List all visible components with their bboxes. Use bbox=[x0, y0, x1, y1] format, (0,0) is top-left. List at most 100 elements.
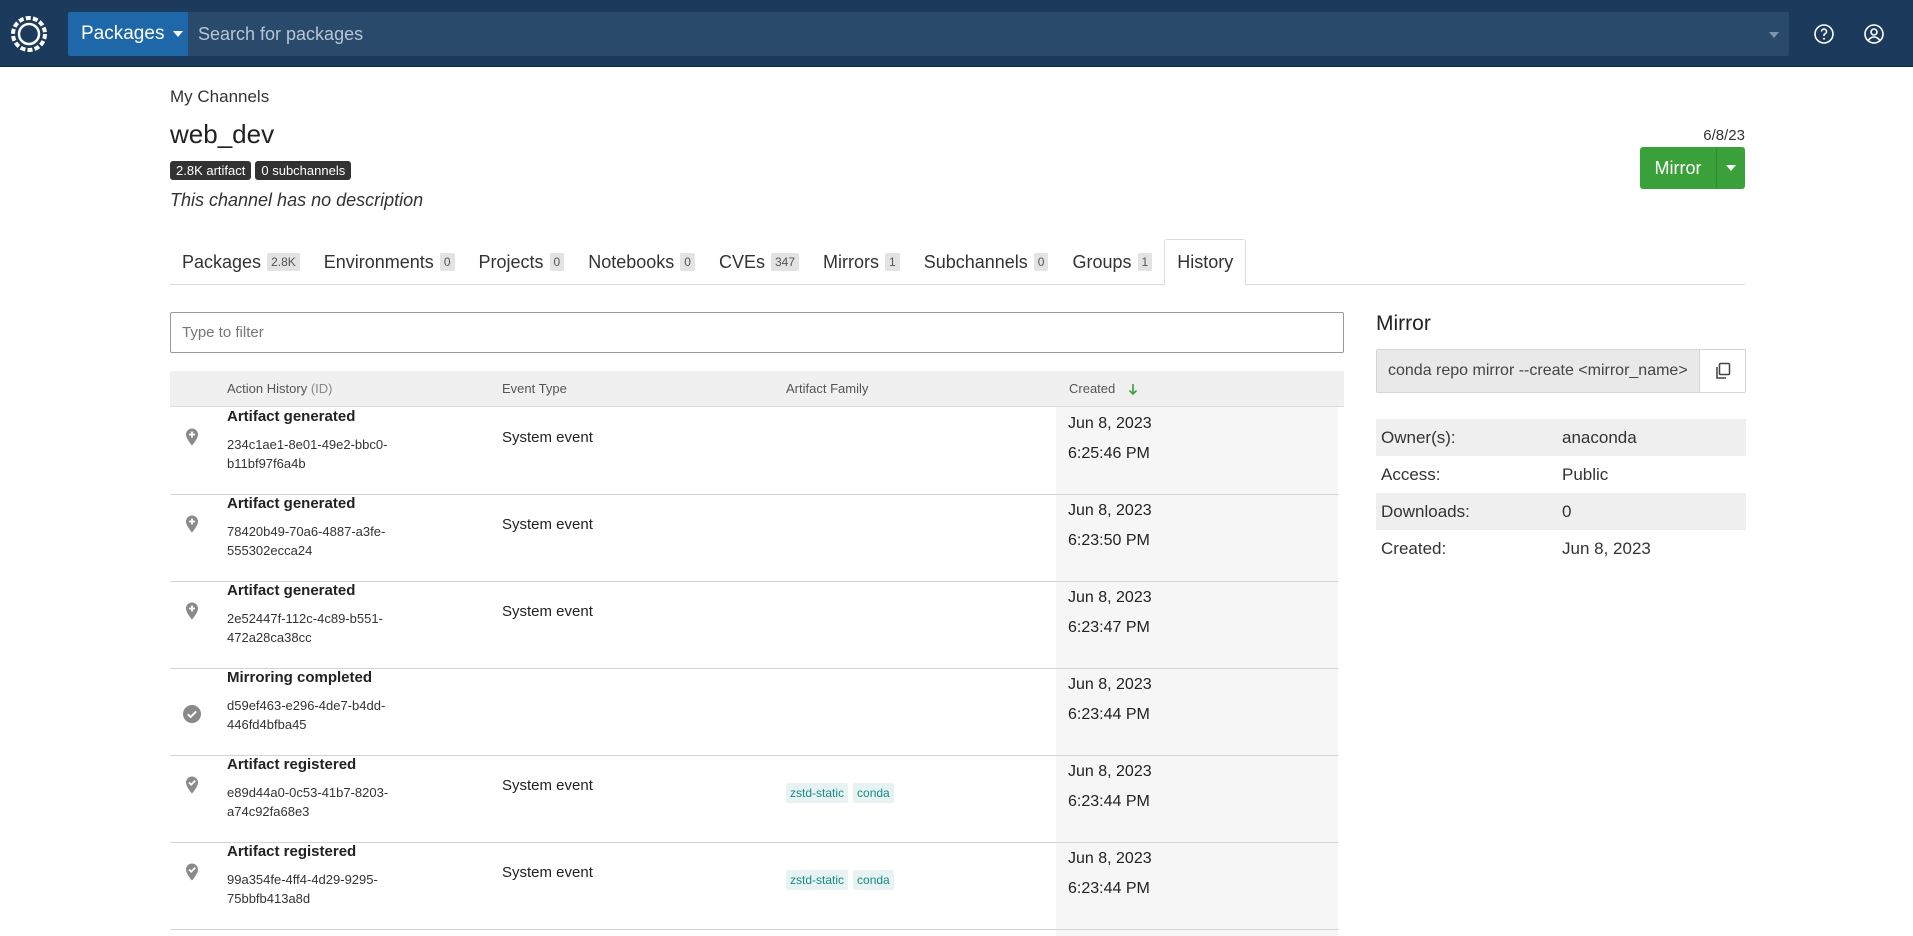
table-row[interactable]: Mirroring completed d59ef463-e296-4de7-b4… bbox=[170, 669, 1338, 756]
tab-count: 0 bbox=[439, 253, 455, 271]
row-created-time: 6:23:50 PM bbox=[1068, 532, 1150, 549]
user-account-icon[interactable] bbox=[1862, 22, 1886, 46]
row-id-line: 472a28ca38cc bbox=[227, 630, 312, 645]
column-header-suffix: (ID) bbox=[310, 381, 333, 396]
row-id-line: 555302ecca24 bbox=[227, 543, 313, 558]
row-created-date: Jun 8, 2023 bbox=[1068, 850, 1152, 867]
search-placeholder: Search for packages bbox=[198, 23, 364, 44]
tab-count: 1 bbox=[885, 253, 900, 271]
tab-subchannels[interactable]: Subchannels 0 bbox=[912, 239, 1061, 285]
table-row[interactable]: Artifact generated 78420b49-70a6-4887-a3f… bbox=[170, 495, 1338, 582]
info-key: Downloads: bbox=[1381, 501, 1470, 521]
mirror-button[interactable]: Mirror bbox=[1640, 147, 1716, 189]
artifact-family-tag[interactable]: zstd-static bbox=[786, 783, 849, 803]
tab-environments[interactable]: Environments 0 bbox=[312, 239, 467, 285]
search-dropdown-caret-icon[interactable] bbox=[1769, 32, 1779, 38]
info-row-created: Created: Jun 8, 2023 bbox=[1376, 530, 1746, 567]
tab-label: Projects bbox=[478, 251, 544, 272]
sort-descending-icon[interactable] bbox=[1128, 383, 1138, 396]
info-key: Access: bbox=[1381, 464, 1441, 484]
row-id-line: b11bf97f6a4b bbox=[227, 456, 306, 471]
packages-dropdown-label: Packages bbox=[81, 23, 165, 44]
pin-plus-icon bbox=[186, 602, 198, 620]
row-event-type: System event bbox=[502, 516, 593, 533]
row-created-date: Jun 8, 2023 bbox=[1068, 589, 1152, 606]
info-row-access: Access: Public bbox=[1376, 456, 1746, 493]
tab-notebooks[interactable]: Notebooks 0 bbox=[576, 239, 707, 285]
filter-input[interactable]: Type to filter bbox=[170, 312, 1344, 353]
tab-cves[interactable]: CVEs 347 bbox=[707, 239, 811, 285]
row-id-line: 234c1ae1-8e01-49e2-bbc0- bbox=[227, 437, 388, 452]
history-table-header: Action History (ID) Event Type Artifact … bbox=[170, 371, 1344, 407]
column-header-artifact-family[interactable]: Artifact Family bbox=[786, 381, 868, 396]
table-row[interactable]: Artifact registered 99a354fe-4ff4-4d29-92… bbox=[170, 843, 1338, 930]
row-id-line: 75bbfb413a8d bbox=[227, 891, 311, 906]
mirror-panel-title: Mirror bbox=[1376, 312, 1431, 335]
row-created-date: Jun 8, 2023 bbox=[1068, 763, 1152, 780]
top-navbar: Packages Search for packages bbox=[0, 0, 1913, 67]
row-created-time: 6:25:46 PM bbox=[1068, 445, 1150, 462]
row-id-line: a74c92fa68e3 bbox=[227, 804, 310, 819]
row-event-type: System event bbox=[502, 864, 593, 881]
tab-count: 347 bbox=[770, 253, 800, 271]
tab-count: 0 bbox=[680, 253, 695, 271]
row-event-type: System event bbox=[502, 777, 593, 794]
tab-mirrors[interactable]: Mirrors 1 bbox=[811, 239, 912, 285]
artifact-family-tag[interactable]: zstd-static bbox=[786, 870, 849, 890]
breadcrumb[interactable]: My Channels bbox=[170, 87, 269, 107]
copy-button[interactable] bbox=[1699, 350, 1745, 392]
info-value: Public bbox=[1562, 464, 1609, 484]
row-created-date: Jun 8, 2023 bbox=[1068, 502, 1152, 519]
tab-groups[interactable]: Groups 1 bbox=[1060, 239, 1164, 285]
row-action-title: Artifact registered bbox=[227, 756, 357, 773]
row-created-time: 6:23:44 PM bbox=[1068, 706, 1150, 723]
tab-projects[interactable]: Projects 0 bbox=[467, 239, 577, 285]
tab-label: Packages bbox=[182, 251, 262, 272]
search-input[interactable]: Search for packages bbox=[188, 12, 1789, 56]
table-row[interactable]: Artifact generated 2e52447f-112c-4c89-b55… bbox=[170, 582, 1338, 669]
column-header-created[interactable]: Created bbox=[1069, 381, 1138, 396]
anaconda-logo-icon[interactable] bbox=[8, 13, 50, 55]
info-row-owners: Owner(s): anaconda bbox=[1376, 419, 1746, 456]
info-value: 0 bbox=[1562, 501, 1572, 521]
tab-packages[interactable]: Packages 2.8K bbox=[170, 239, 312, 285]
info-key: Created: bbox=[1381, 538, 1447, 558]
tab-count: 2.8K bbox=[267, 253, 300, 271]
row-created-date: Jun 8, 2023 bbox=[1068, 676, 1152, 693]
packages-dropdown-button[interactable]: Packages bbox=[68, 12, 188, 56]
tab-label: Environments bbox=[323, 251, 434, 272]
mirror-dropdown-toggle[interactable] bbox=[1716, 147, 1745, 189]
column-header-event-type[interactable]: Event Type bbox=[502, 381, 567, 396]
table-row[interactable]: Artifact generated 234c1ae1-8e01-49e2-bbc… bbox=[170, 408, 1338, 495]
artifact-family-tag[interactable]: conda bbox=[853, 783, 894, 803]
table-row[interactable]: Artifact registered e89d44a0-0c53-41b7-82… bbox=[170, 756, 1338, 843]
row-action-id: 234c1ae1-8e01-49e2-bbc0- b11bf97f6a4b bbox=[227, 435, 427, 473]
row-action-title: Mirroring completed bbox=[227, 669, 373, 686]
tab-label: Mirrors bbox=[823, 251, 880, 272]
tab-label: Subchannels bbox=[923, 251, 1028, 272]
pin-check-icon bbox=[186, 863, 198, 881]
channel-tabs: Packages 2.8K Environments 0 Projects 0 Not… bbox=[170, 239, 1745, 286]
mirror-command-box: conda repo mirror --create <mirror_name> bbox=[1376, 349, 1746, 393]
pin-plus-icon bbox=[186, 515, 198, 533]
info-key: Owner(s): bbox=[1381, 427, 1456, 447]
artifact-family-tag[interactable]: conda bbox=[853, 870, 894, 890]
artifact-count-badge: 2.8K artifact bbox=[170, 161, 252, 180]
info-row-downloads: Downloads: 0 bbox=[1376, 493, 1746, 530]
chevron-down-icon bbox=[173, 31, 184, 37]
row-id-line: 78420b49-70a6-4887-a3fe- bbox=[227, 524, 386, 539]
row-action-title: Artifact registered bbox=[227, 843, 357, 860]
tab-history[interactable]: History bbox=[1164, 239, 1247, 286]
tab-count: 0 bbox=[1033, 253, 1049, 271]
chevron-down-icon bbox=[1726, 165, 1736, 171]
column-header-action-history[interactable]: Action History (ID) bbox=[227, 381, 333, 396]
row-created-time: 6:23:44 PM bbox=[1068, 793, 1150, 810]
row-action-id: d59ef463-e296-4de7-b4dd- 446fd4bfba45 bbox=[227, 696, 427, 734]
mirror-command-text[interactable]: conda repo mirror --create <mirror_name> bbox=[1377, 350, 1699, 392]
row-created-time: 6:23:44 PM bbox=[1068, 880, 1150, 897]
tab-label: History bbox=[1177, 252, 1234, 272]
tab-count: 0 bbox=[549, 253, 565, 271]
help-icon[interactable] bbox=[1812, 22, 1836, 46]
tab-label: Groups bbox=[1072, 251, 1132, 272]
channel-badges: 2.8K artifact 0 subchannels bbox=[170, 161, 352, 180]
